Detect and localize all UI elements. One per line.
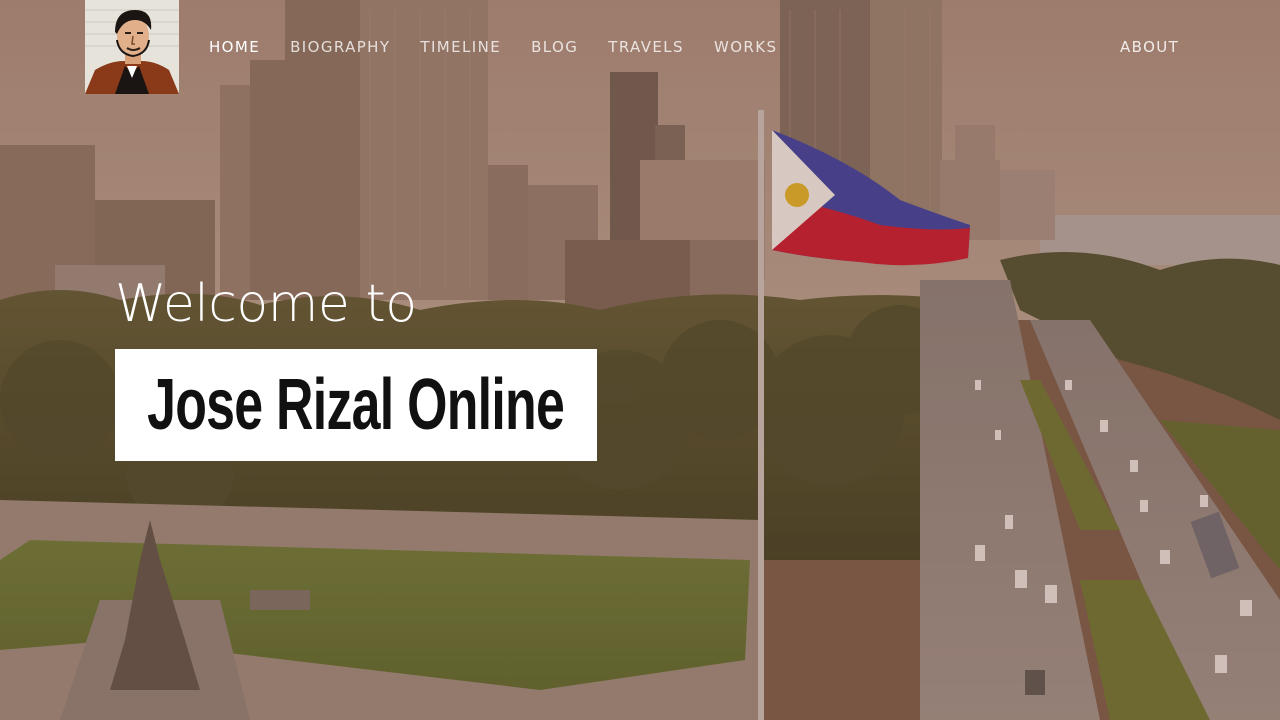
nav-item-about[interactable]: ABOUT <box>1120 38 1179 56</box>
nav-item-works[interactable]: WORKS <box>714 38 777 56</box>
hero-welcome-text: Welcome to <box>115 274 417 334</box>
site-logo[interactable] <box>85 0 179 94</box>
hero-title: Jose Rizal Online <box>147 365 565 445</box>
nav-item-travels[interactable]: TRAVELS <box>608 38 684 56</box>
nav-item-blog[interactable]: BLOG <box>531 38 578 56</box>
rizal-portrait-icon <box>85 0 179 94</box>
hero-section: HOME BIOGRAPHY TIMELINE BLOG TRAVELS WOR… <box>0 0 1280 720</box>
main-nav: HOME BIOGRAPHY TIMELINE BLOG TRAVELS WOR… <box>209 38 807 56</box>
nav-item-timeline[interactable]: TIMELINE <box>420 38 501 56</box>
nav-item-biography[interactable]: BIOGRAPHY <box>290 38 390 56</box>
nav-item-home[interactable]: HOME <box>209 38 260 56</box>
hero-title-box: Jose Rizal Online <box>115 349 597 461</box>
